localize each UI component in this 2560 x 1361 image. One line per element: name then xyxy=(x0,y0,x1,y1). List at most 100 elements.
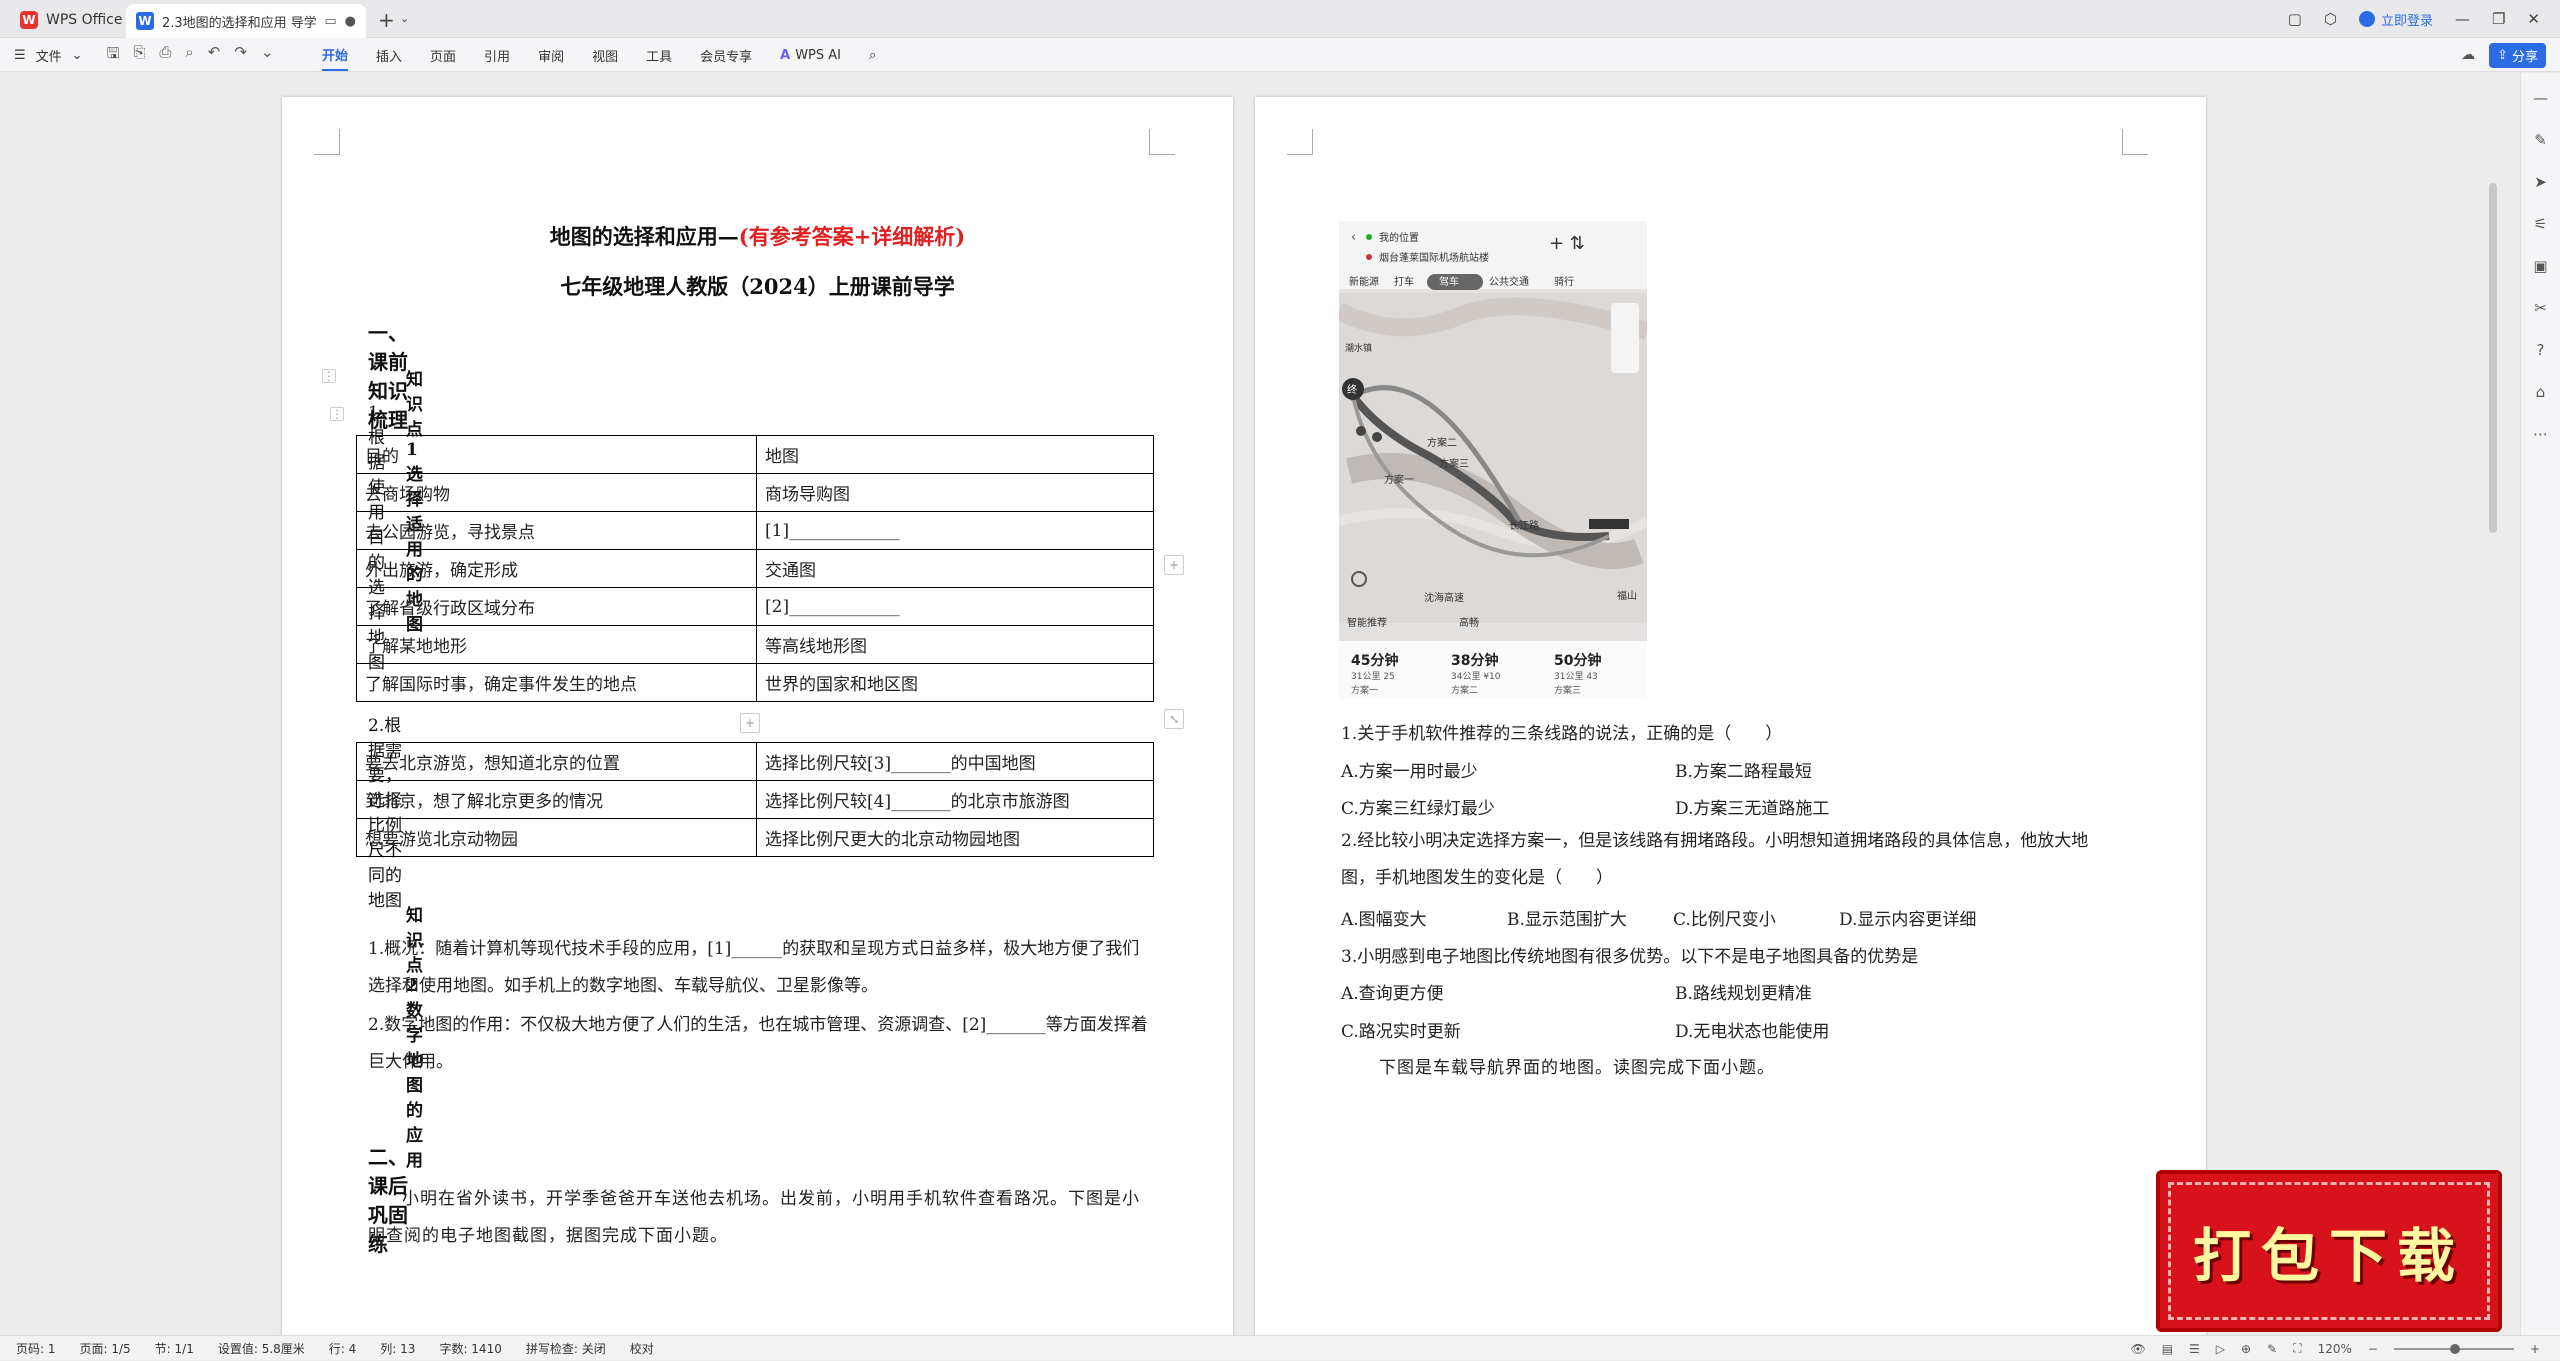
table-row: 了解省级行政区域分布 [2]_____________ xyxy=(356,587,1154,626)
more-chevron-icon[interactable]: ⌄ xyxy=(261,43,274,68)
wps-ai-button[interactable]: A WPS AI xyxy=(780,48,841,63)
file-menu[interactable]: 文件 xyxy=(36,46,62,65)
undo-icon[interactable]: ↶ xyxy=(208,43,221,68)
status-setting: 设置值: 5.8厘米 xyxy=(217,1342,305,1356)
drag-handle-icon[interactable]: ⋮ xyxy=(322,369,336,383)
print-preview-icon[interactable]: ⌕ xyxy=(185,43,193,68)
select-cursor-icon[interactable]: ➤ xyxy=(2534,173,2547,191)
document-page-1[interactable]: 地图的选择和应用—(有参考答案+详细解析) 七年级地理人教版（2024）上册课前… xyxy=(282,97,1233,1335)
monitor-icon[interactable]: ▭ xyxy=(324,14,336,29)
help-icon[interactable]: ? xyxy=(2537,341,2545,359)
eye-icon[interactable]: 👁 xyxy=(2130,1342,2145,1356)
zoom-level[interactable]: 120% xyxy=(2318,1342,2352,1356)
more-icon[interactable]: ⋯ xyxy=(2533,425,2548,443)
page-view-icon[interactable]: ▤ xyxy=(2162,1342,2173,1356)
new-tab-plus-icon[interactable]: + xyxy=(378,8,395,32)
outline-view-icon[interactable]: ☰ xyxy=(2189,1342,2200,1356)
close-icon[interactable]: ✕ xyxy=(2527,10,2540,28)
image-icon[interactable]: ▣ xyxy=(2533,257,2547,275)
restore-icon[interactable]: ❐ xyxy=(2492,10,2505,28)
road-label: 高畅 xyxy=(1459,616,1479,629)
menu-member[interactable]: 会员专享 xyxy=(700,46,752,65)
pen-view-icon[interactable]: ✎ xyxy=(2267,1342,2277,1356)
my-location-label: 我的位置 xyxy=(1379,231,1419,244)
zoom-out-icon[interactable]: − xyxy=(2368,1342,2378,1356)
status-col: 列: 13 xyxy=(380,1342,416,1356)
minimize-icon[interactable]: — xyxy=(2455,10,2470,28)
status-row: 行: 4 xyxy=(328,1342,357,1356)
menu-view[interactable]: 视图 xyxy=(592,46,618,65)
add-column-plus-icon[interactable]: + xyxy=(1164,555,1184,575)
minus-icon[interactable]: — xyxy=(2533,89,2548,107)
menu-review[interactable]: 审阅 xyxy=(538,46,564,65)
option-a: A.方案一用时最少 xyxy=(1341,762,1478,782)
wps-ai-label: WPS AI xyxy=(795,47,841,63)
table-cell: 要去北京游览，想知道北京的位置 xyxy=(356,742,757,781)
table-cell: 了解某地地形 xyxy=(356,625,757,664)
redo-icon[interactable]: ↷ xyxy=(234,43,247,68)
table-cell: 想要游览北京动物园 xyxy=(356,818,757,857)
print-icon[interactable]: ⎙ xyxy=(159,43,171,68)
home-tab[interactable]: W WPS Office xyxy=(8,6,135,34)
option-d: D.显示内容更详细 xyxy=(1839,910,1977,930)
export-icon[interactable]: ⎘ xyxy=(133,43,145,68)
purpose-map-table: 目的 地图 去商场购物 商场导购图 去公园游览，寻找景点 [1]___________… xyxy=(356,435,1154,702)
status-words[interactable]: 字数: 1410 xyxy=(439,1340,501,1357)
fit-icon[interactable]: ⛶ xyxy=(2293,1341,2301,1356)
document-workspace[interactable]: 地图的选择和应用—(有参考答案+详细解析) 七年级地理人教版（2024）上册课前… xyxy=(0,73,2520,1335)
table-cell: 了解国际时事，确定事件发生的地点 xyxy=(356,663,757,702)
menu-references[interactable]: 引用 xyxy=(484,46,510,65)
menu-tools[interactable]: 工具 xyxy=(646,46,672,65)
download-banner[interactable]: 打包下载 xyxy=(2156,1170,2502,1332)
shirt-icon[interactable]: ⌂ xyxy=(2536,383,2546,401)
search-icon[interactable]: ⌕ xyxy=(869,48,876,63)
menu-home[interactable]: 开始 xyxy=(322,39,349,71)
status-page: 页码: 1 xyxy=(16,1342,56,1356)
resize-table-icon[interactable]: ⤡ xyxy=(1164,709,1184,729)
table-cell: 选择比例尺较[3]_______的中国地图 xyxy=(756,742,1154,781)
adjust-icon[interactable]: ⚟ xyxy=(2534,215,2547,233)
menu-insert[interactable]: 插入 xyxy=(376,46,402,65)
doc-title-red: (有参考答案+详细解析) xyxy=(738,224,966,249)
zoom-in-icon[interactable]: + xyxy=(2530,1342,2540,1356)
status-pages[interactable]: 页面: 1/5 xyxy=(80,1340,131,1357)
zoom-slider-knob[interactable] xyxy=(2449,1343,2460,1354)
document-page-2[interactable]: ‹ 我的位置 烟台蓬莱国际机场航站楼 + ⇅ 新能源 打车 驾车 公共交通 骑行 xyxy=(1255,97,2206,1335)
window-layout-icon[interactable]: ▢ xyxy=(2288,10,2302,28)
status-proof[interactable]: 校对 xyxy=(630,1340,654,1357)
drag-handle-icon[interactable]: ⋮ xyxy=(330,407,344,421)
share-button[interactable]: ⇪ 分享 xyxy=(2489,42,2546,68)
route-detail: 31公里 43 xyxy=(1554,671,1598,682)
login-button[interactable]: 立即登录 xyxy=(2358,10,2433,29)
share-icon: ⇪ xyxy=(2497,47,2508,63)
chevron-down-icon[interactable]: ⌄ xyxy=(400,12,409,25)
web-view-icon[interactable]: ⊕ xyxy=(2241,1342,2251,1356)
map-place: 方案二 xyxy=(1427,436,1457,449)
option-b: B.路线规划更精准 xyxy=(1675,984,1812,1004)
table-cell: 选择比例尺较[4]_______的北京市旅游图 xyxy=(756,780,1154,819)
hamburger-icon[interactable]: ☰ xyxy=(14,48,26,63)
table-row: 想要游览北京动物园 选择比例尺更大的北京动物园地图 xyxy=(356,818,1154,857)
document-tab[interactable]: W 2.3地图的选择和应用 导学案- ▭ ● xyxy=(126,4,366,38)
close-tab-icon[interactable]: ● xyxy=(345,14,356,29)
cube-icon[interactable]: ⬡ xyxy=(2324,10,2337,28)
paragraph-intro: 小明在省外读书，开学季爸爸开车送他去机场。出发前，小明用手机软件查看路况。下图是… xyxy=(368,1189,1140,1246)
menu-page[interactable]: 页面 xyxy=(430,46,456,65)
login-label: 立即登录 xyxy=(2380,13,2433,29)
tools-icon[interactable]: ✂ xyxy=(2534,299,2547,317)
cloud-icon[interactable]: ☁ xyxy=(2461,47,2475,63)
svg-text:+ ⇅: + ⇅ xyxy=(1549,233,1585,254)
document-tab-label: 2.3地图的选择和应用 导学案- xyxy=(162,15,317,31)
status-spell[interactable]: 拼写检查: 关闭 xyxy=(526,1340,606,1357)
right-sidebar: — ✎ ➤ ⚟ ▣ ✂ ? ⌂ ⋯ xyxy=(2520,73,2560,1335)
save-icon[interactable]: 🖫 xyxy=(107,43,120,68)
table-row: 目的 地图 xyxy=(356,435,1154,474)
pen-icon[interactable]: ✎ xyxy=(2534,131,2547,149)
vertical-scrollbar[interactable] xyxy=(2489,183,2497,533)
play-icon[interactable]: ▷ xyxy=(2216,1342,2225,1356)
chevron-down-icon[interactable]: ⌄ xyxy=(72,48,83,63)
route-name: 方案一 xyxy=(1351,684,1378,696)
zoom-slider[interactable] xyxy=(2393,1343,2514,1354)
destination-label: 烟台蓬莱国际机场航站楼 xyxy=(1379,251,1489,264)
add-row-plus-icon[interactable]: + xyxy=(740,713,760,733)
